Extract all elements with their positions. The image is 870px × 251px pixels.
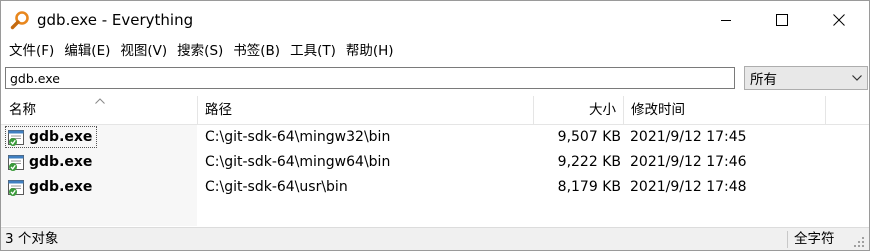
status-divider xyxy=(787,231,788,248)
row-modified: 2021/9/12 17:46 xyxy=(630,154,747,170)
sort-ascending-icon xyxy=(95,98,105,104)
exe-file-icon xyxy=(8,180,24,196)
row-size: 9,222 KB xyxy=(557,154,621,170)
list-header: 名称 路径 大小 修改时间 xyxy=(1,96,869,125)
close-button[interactable] xyxy=(811,1,867,39)
minimize-button[interactable] xyxy=(698,1,754,39)
row-size: 8,179 KB xyxy=(557,179,621,195)
table-row[interactable]: gdb.exe C:\git-sdk-64\mingw64\bin 9,222 … xyxy=(1,150,869,175)
filter-dropdown[interactable]: 所有 xyxy=(744,66,868,90)
exe-file-icon xyxy=(8,130,24,146)
column-header-modified[interactable]: 修改时间 xyxy=(631,96,685,124)
table-row[interactable]: gdb.exe C:\git-sdk-64\usr\bin 8,179 KB 2… xyxy=(1,175,869,200)
row-size: 9,507 KB xyxy=(557,129,621,145)
resize-grip-icon[interactable] xyxy=(853,236,865,248)
column-divider[interactable] xyxy=(623,96,624,124)
column-divider[interactable] xyxy=(197,96,198,124)
close-icon xyxy=(833,14,845,26)
row-path: C:\git-sdk-64\mingw64\bin xyxy=(205,154,391,170)
match-mode-indicator[interactable]: 全字符 xyxy=(794,228,835,250)
menu-view[interactable]: 视图(V) xyxy=(116,41,171,61)
title-bar[interactable]: gdb.exe - Everything xyxy=(1,1,869,39)
row-modified: 2021/9/12 17:45 xyxy=(630,129,747,145)
column-header-name[interactable]: 名称 xyxy=(9,96,36,124)
column-divider[interactable] xyxy=(533,96,534,124)
exe-file-icon xyxy=(8,155,24,171)
main-window: gdb.exe - Everything 文件(F) 编辑(E) 视图(V) 搜… xyxy=(0,0,870,251)
menu-bar: 文件(F) 编辑(E) 视图(V) 搜索(S) 书签(B) 工具(T) 帮助(H… xyxy=(1,39,869,63)
row-name: gdb.exe xyxy=(29,129,93,145)
menu-file[interactable]: 文件(F) xyxy=(5,41,58,61)
row-path: C:\git-sdk-64\usr\bin xyxy=(205,179,348,195)
row-modified: 2021/9/12 17:48 xyxy=(630,179,747,195)
menu-bookmarks[interactable]: 书签(B) xyxy=(229,41,284,61)
window-title: gdb.exe - Everything xyxy=(37,11,194,29)
chevron-down-icon xyxy=(847,75,867,81)
filter-selected-value: 所有 xyxy=(750,72,777,88)
status-bar: 3 个对象 全字符 xyxy=(1,227,869,250)
column-header-path[interactable]: 路径 xyxy=(205,96,232,124)
magnifier-icon xyxy=(10,11,29,30)
menu-search[interactable]: 搜索(S) xyxy=(173,41,227,61)
object-count: 3 个对象 xyxy=(5,231,59,247)
menu-edit[interactable]: 编辑(E) xyxy=(60,41,114,61)
column-header-size[interactable]: 大小 xyxy=(589,96,616,124)
maximize-button[interactable] xyxy=(754,1,810,39)
row-path: C:\git-sdk-64\mingw32\bin xyxy=(205,129,391,145)
minimize-icon xyxy=(721,20,731,21)
maximize-icon xyxy=(776,14,788,26)
menu-help[interactable]: 帮助(H) xyxy=(342,41,398,61)
table-row[interactable]: gdb.exe C:\git-sdk-64\mingw32\bin 9,507 … xyxy=(1,125,869,150)
search-input[interactable] xyxy=(5,67,735,89)
row-name: gdb.exe xyxy=(29,179,93,195)
menu-tools[interactable]: 工具(T) xyxy=(286,41,340,61)
column-divider[interactable] xyxy=(825,96,826,124)
row-name: gdb.exe xyxy=(29,154,93,170)
